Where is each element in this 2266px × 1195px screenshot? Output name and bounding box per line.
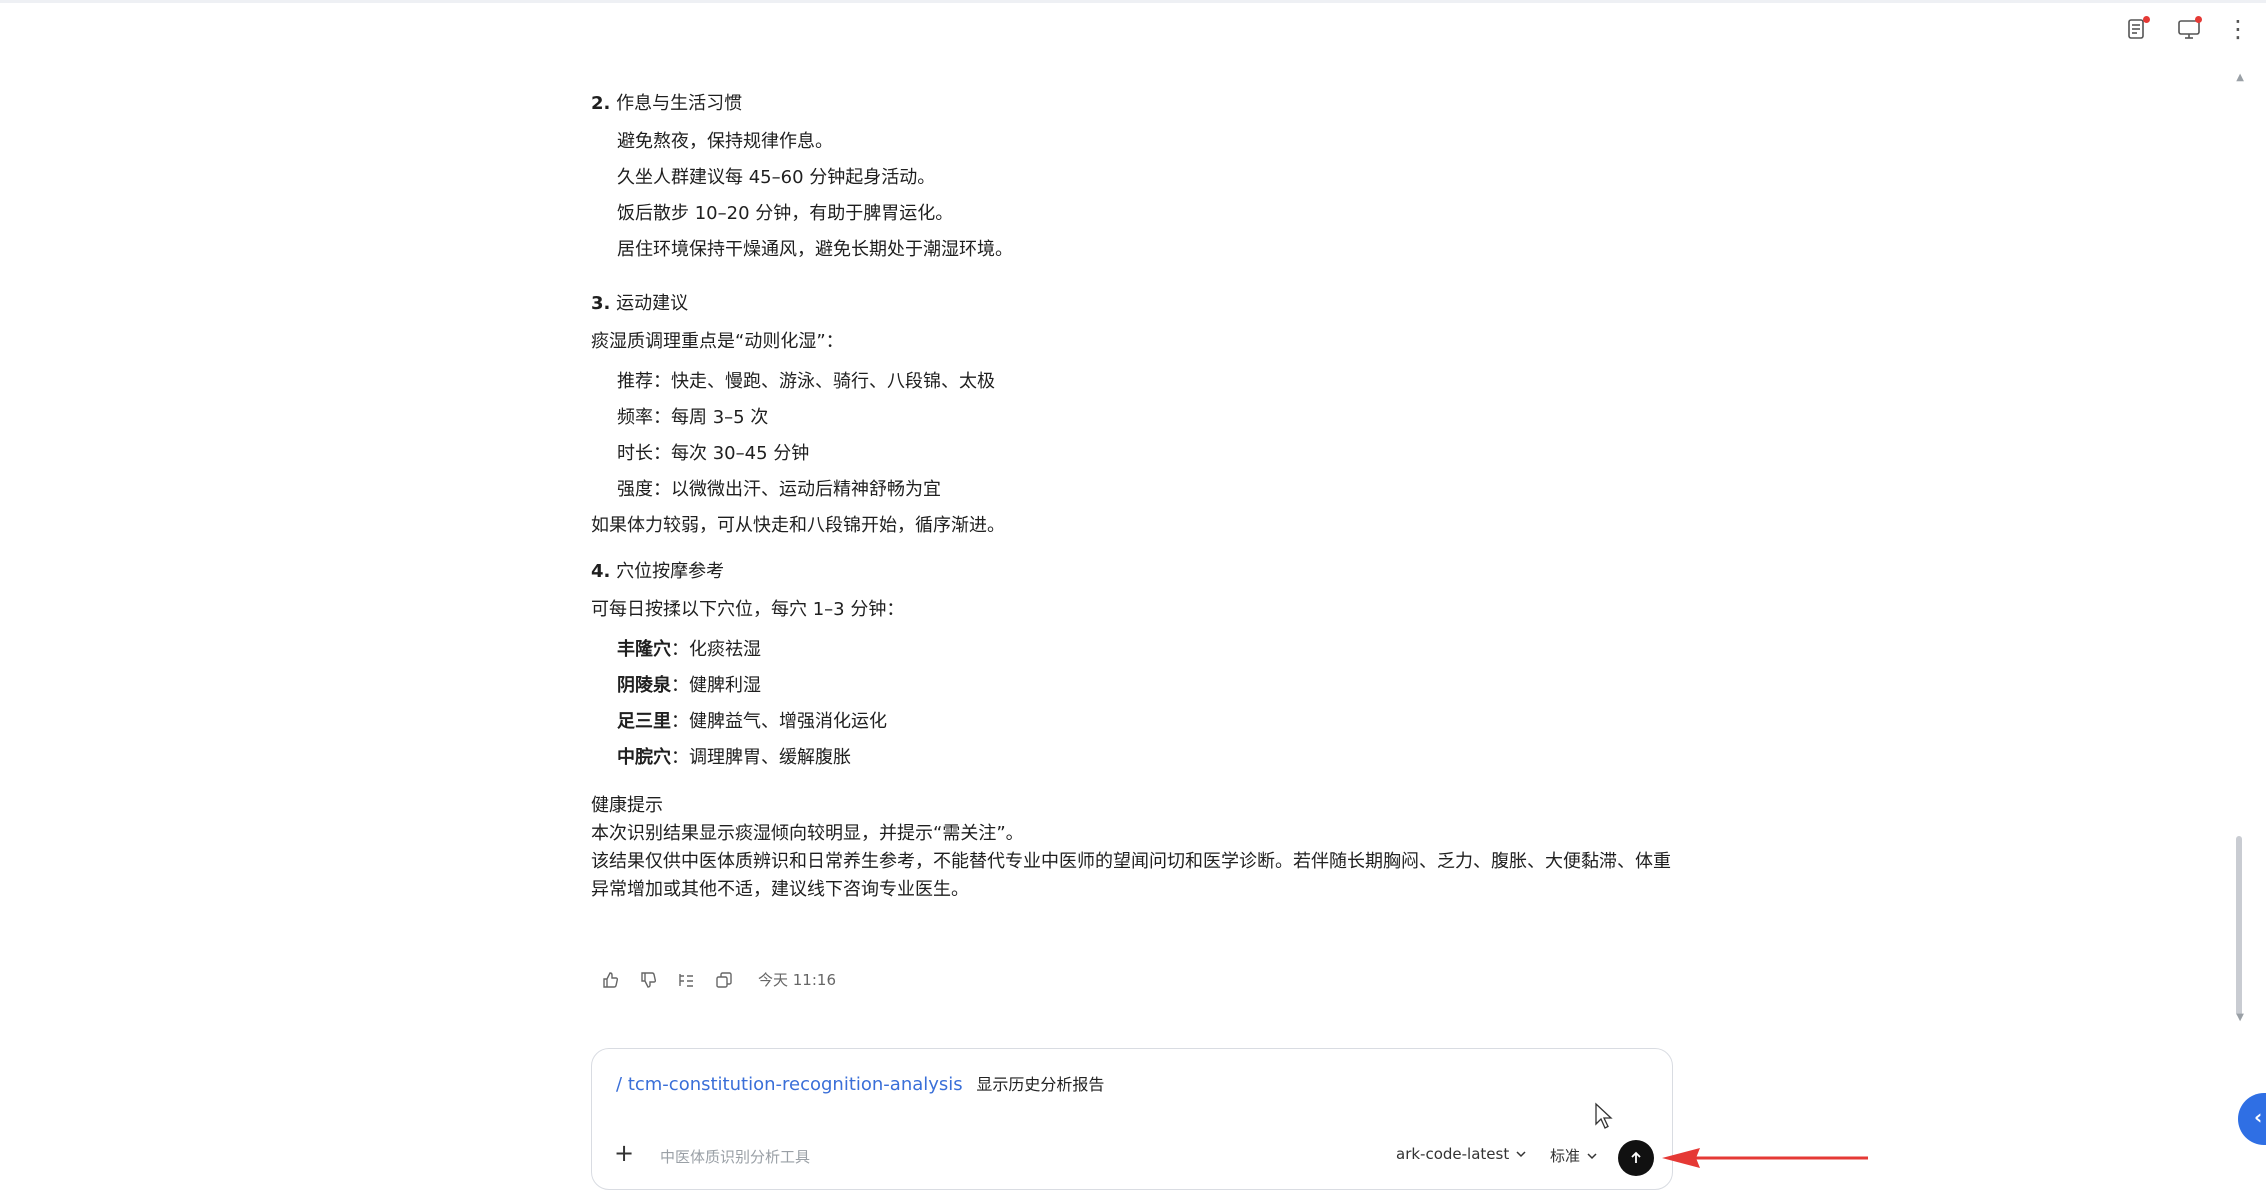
health-tip: 健康提示 本次识别结果显示痰湿倾向较明显，并提示“需关注”。 该结果仅供中医体质…: [591, 792, 1681, 904]
list-item: 推荐：快走、慢跑、游泳、骑行、八段锦、太极: [617, 371, 995, 392]
list-item: 频率：每周 3–5 次: [617, 407, 769, 428]
branch-icon: [679, 973, 693, 987]
assistant-message: 2. 作息与生活习惯 避免熬夜，保持规律作息。 久坐人群建议每 45–60 分钟…: [591, 90, 1681, 904]
mouse-cursor-icon: [1595, 1102, 1613, 1129]
message-timestamp: 今天 11:16: [758, 971, 836, 989]
section-title: 2. 作息与生活习惯: [591, 93, 743, 114]
copy-icon: [716, 971, 732, 988]
paragraph: 可每日按揉以下穴位，每穴 1–3 分钟：: [591, 599, 905, 620]
health-tip-line: 本次识别结果显示痰湿倾向较明显，并提示“需关注”。: [591, 823, 1024, 844]
list-item: 时长：每次 30–45 分钟: [617, 443, 810, 464]
notification-dot: [2195, 16, 2202, 23]
input-placeholder: 中医体质识别分析工具: [660, 1148, 811, 1166]
send-arrow-icon: [1631, 1151, 1641, 1163]
notification-dot: [2143, 16, 2150, 23]
list-item: 强度：以微微出汗、运动后精神舒畅为宜: [617, 479, 941, 500]
top-border: [0, 0, 2266, 3]
thumbs-up-icon: [603, 971, 619, 988]
model-selector[interactable]: ark-code-latest: [1396, 1145, 1527, 1163]
mode-name: 标准: [1550, 1147, 1581, 1165]
branch-button[interactable]: [676, 970, 696, 990]
health-tip-line: 该结果仅供中医体质辨识和日常养生参考，不能替代专业中医师的望闻问切和医学诊断。若…: [591, 851, 1671, 900]
task-list-button[interactable]: [2122, 14, 2152, 44]
slash-prefix: /: [616, 1074, 623, 1095]
side-panel-toggle[interactable]: ‹: [2238, 1093, 2266, 1145]
scroll-down-arrow[interactable]: ▼: [2236, 1012, 2244, 1023]
plus-icon[interactable]: +: [614, 1141, 634, 1165]
command-line[interactable]: / tcm-constitution-recognition-analysis …: [616, 1071, 1104, 1095]
chevron-down-icon: [1587, 1152, 1597, 1159]
list-item: 久坐人群建议每 45–60 分钟起身活动。: [617, 167, 936, 188]
paragraph: 痰湿质调理重点是“动则化湿”：: [591, 331, 844, 352]
paragraph: 如果体力较弱，可从快走和八段锦开始，循序渐进。: [591, 515, 1005, 536]
scroll-up-arrow[interactable]: ▲: [2236, 72, 2244, 83]
annotation-arrow: [1662, 1148, 1868, 1168]
send-button[interactable]: [1618, 1140, 1654, 1176]
list-item: 居住环境保持干燥通风，避免长期处于潮湿环境。: [617, 239, 1013, 260]
acupoint-item: 阴陵泉：健脾利湿: [617, 675, 761, 696]
message-actions: 今天 11:16: [600, 969, 836, 990]
more-vertical-icon[interactable]: ⋮: [2226, 17, 2250, 41]
acupoint-item: 中脘穴：调理脾胃、缓解腹胀: [617, 747, 851, 768]
acupoint-item: 丰隆穴：化痰祛湿: [617, 639, 761, 660]
mode-selector[interactable]: 标准: [1550, 1145, 1598, 1166]
list-item: 避免熬夜，保持规律作息。: [617, 131, 833, 152]
monitor-button[interactable]: [2174, 14, 2204, 44]
health-tip-title: 健康提示: [591, 795, 663, 816]
section-title: 3. 运动建议: [591, 293, 689, 314]
acupoint-item: 足三里：健脾益气、增强消化运化: [617, 711, 887, 732]
command-description: 显示历史分析报告: [976, 1075, 1105, 1094]
top-toolbar: ⋮: [2122, 14, 2250, 44]
copy-button[interactable]: [714, 970, 734, 990]
dislike-button[interactable]: [638, 970, 658, 990]
thumbs-down-icon: [641, 971, 657, 988]
chat-input-box[interactable]: / tcm-constitution-recognition-analysis …: [591, 1048, 1673, 1190]
tool-command[interactable]: tcm-constitution-recognition-analysis: [628, 1074, 963, 1095]
like-button[interactable]: [600, 970, 620, 990]
list-item: 饭后散步 10–20 分钟，有助于脾胃运化。: [617, 203, 954, 224]
scrollbar-thumb[interactable]: [2236, 836, 2242, 1016]
model-name: ark-code-latest: [1396, 1145, 1510, 1163]
collapse-icon: ‹: [2254, 1105, 2263, 1129]
section-title: 4. 穴位按摩参考: [591, 561, 725, 582]
chevron-down-icon: [1516, 1151, 1526, 1158]
